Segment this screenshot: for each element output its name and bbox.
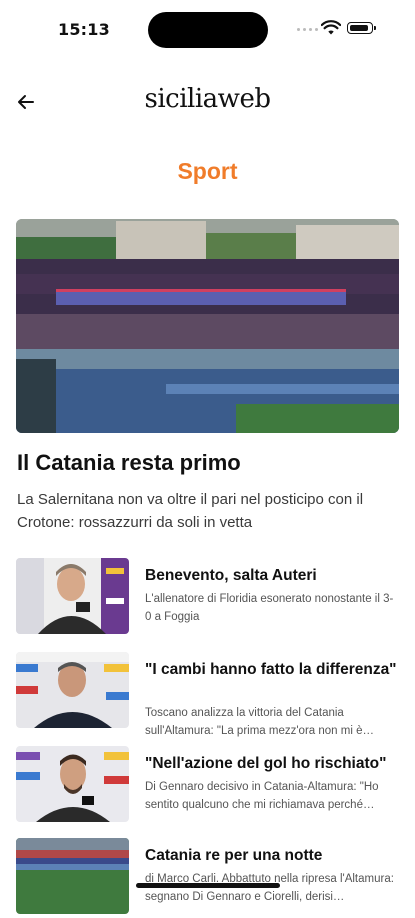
article-summary: L'allenatore di Floridia esonerato nonos… xyxy=(145,593,394,623)
article-summary: Toscano analizza la vittoria del Catania… xyxy=(145,707,374,737)
article-thumbnail xyxy=(16,838,129,914)
featured-title[interactable]: Il Catania resta primo xyxy=(17,450,397,476)
home-indicator[interactable] xyxy=(136,883,280,888)
signal-dots-icon xyxy=(297,28,319,34)
list-item[interactable]: Catania re per una notte di Marco Carli.… xyxy=(16,838,399,918)
status-bar: 15:13 xyxy=(0,0,415,60)
list-item[interactable]: Benevento, salta Auteri L'allenatore di … xyxy=(16,558,399,638)
article-summary: di Marco Carli. Abbattuto nella ripresa … xyxy=(145,873,394,903)
section-title: Sport xyxy=(177,158,238,184)
dynamic-island xyxy=(148,12,268,48)
article-thumbnail xyxy=(16,652,129,728)
app-logo: siciliaweb xyxy=(144,84,271,114)
wifi-icon xyxy=(321,20,341,35)
list-item[interactable]: "Nell'azione del gol ho rischiato" Di Ge… xyxy=(16,746,399,826)
article-title: Catania re per una notte xyxy=(145,847,323,864)
list-item[interactable]: "I cambi hanno fatto la differenza" Tosc… xyxy=(16,652,399,737)
hero-image[interactable] xyxy=(16,219,399,433)
status-time: 15:13 xyxy=(58,20,110,39)
article-title: "Nell'azione del gol ho rischiato" xyxy=(145,755,387,772)
article-thumbnail xyxy=(16,746,129,822)
app-header: siciliaweb xyxy=(0,84,415,130)
article-title: "I cambi hanno fatto la differenza" xyxy=(145,661,397,678)
battery-icon xyxy=(347,22,376,34)
article-summary: Di Gennaro decisivo in Catania-Altamura:… xyxy=(145,781,379,811)
article-thumbnail xyxy=(16,558,129,634)
article-title: Benevento, salta Auteri xyxy=(145,567,317,584)
featured-summary: La Salernitana non va oltre il pari nel … xyxy=(17,491,364,531)
